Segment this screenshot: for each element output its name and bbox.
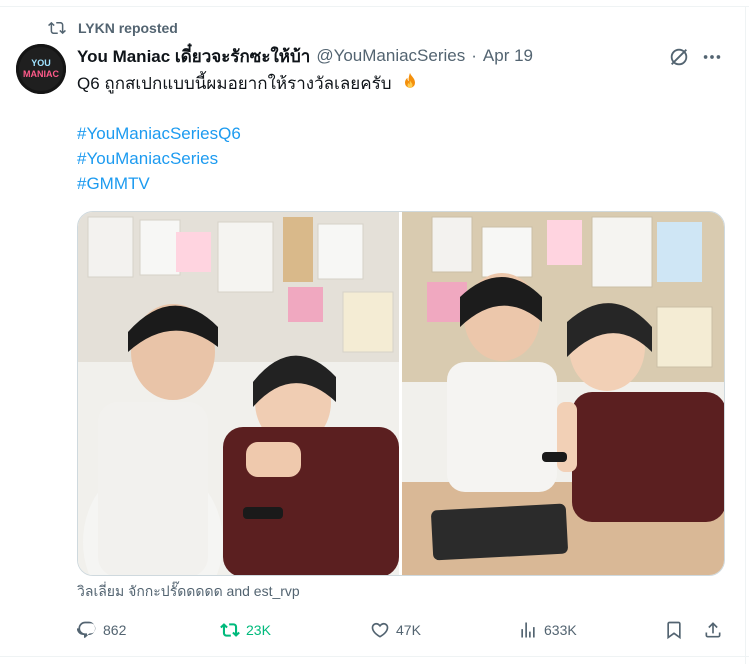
repost-banner[interactable]: LYKN reposted	[48, 17, 178, 39]
views-count: 633K	[544, 622, 577, 638]
reply-icon	[77, 621, 96, 639]
tweet-header: You Maniac เดี๋ยวจะรักซะให้บ้า @YouMania…	[77, 44, 533, 68]
hashtag-link[interactable]: #GMMTV	[77, 171, 241, 196]
divider	[0, 656, 749, 657]
like-count: 47K	[396, 622, 421, 638]
views-button[interactable]: 633K	[518, 618, 577, 642]
avatar[interactable]: YOU MANIAC	[16, 44, 66, 94]
like-button[interactable]: 47K	[370, 618, 421, 642]
share-button[interactable]	[703, 618, 729, 642]
hashtag-list: #YouManiacSeriesQ6 #YouManiacSeries #GMM…	[77, 121, 241, 196]
author-handle[interactable]: @YouManiacSeries	[316, 46, 465, 66]
separator-dot: ·	[471, 46, 477, 65]
media-grid	[77, 211, 725, 576]
bookmark-button[interactable]	[664, 618, 690, 642]
photo-left[interactable]	[78, 212, 399, 575]
more-options-icon[interactable]	[701, 46, 723, 68]
heart-icon	[371, 622, 389, 638]
avatar-logo: YOU MANIAC	[16, 44, 66, 94]
repost-icon	[220, 623, 240, 637]
tweet-body: Q6 ถูกสเปกแบบนี้ผมอยากให้รางวัลเลยครับ	[77, 74, 392, 93]
photo-right[interactable]	[402, 212, 724, 575]
tweet-text: Q6 ถูกสเปกแบบนี้ผมอยากให้รางวัลเลยครับ	[77, 71, 420, 96]
views-chart-icon	[521, 622, 535, 638]
bookmark-icon	[667, 621, 681, 640]
grok-icon[interactable]	[668, 46, 690, 68]
repost-label[interactable]: LYKN reposted	[78, 20, 178, 36]
tweet-date[interactable]: Apr 19	[483, 46, 533, 66]
repost-icon	[48, 21, 66, 35]
reply-count: 862	[103, 622, 127, 638]
author-display-name[interactable]: You Maniac เดี๋ยวจะรักซะให้บ้า	[77, 43, 310, 70]
repost-count: 23K	[246, 622, 271, 638]
hashtag-link[interactable]: #YouManiacSeriesQ6	[77, 121, 241, 146]
action-bar: 862 23K 47K 633K	[77, 618, 725, 642]
svg-text:MANIAC: MANIAC	[23, 69, 59, 79]
share-icon	[705, 622, 721, 638]
repost-button[interactable]: 23K	[220, 618, 271, 642]
hashtag-link[interactable]: #YouManiacSeries	[77, 146, 241, 171]
svg-text:YOU: YOU	[31, 58, 51, 68]
divider	[0, 6, 749, 7]
fire-emoji-icon	[405, 72, 416, 88]
divider	[745, 6, 746, 664]
tagged-people[interactable]: วิลเลี่ยม จักกะปรั๊ดดดดด and est_rvp	[77, 581, 300, 603]
reply-button[interactable]: 862	[77, 618, 126, 642]
tweet-card[interactable]: LYKN reposted YOU MANIAC You Maniac เดี๋…	[0, 0, 749, 664]
